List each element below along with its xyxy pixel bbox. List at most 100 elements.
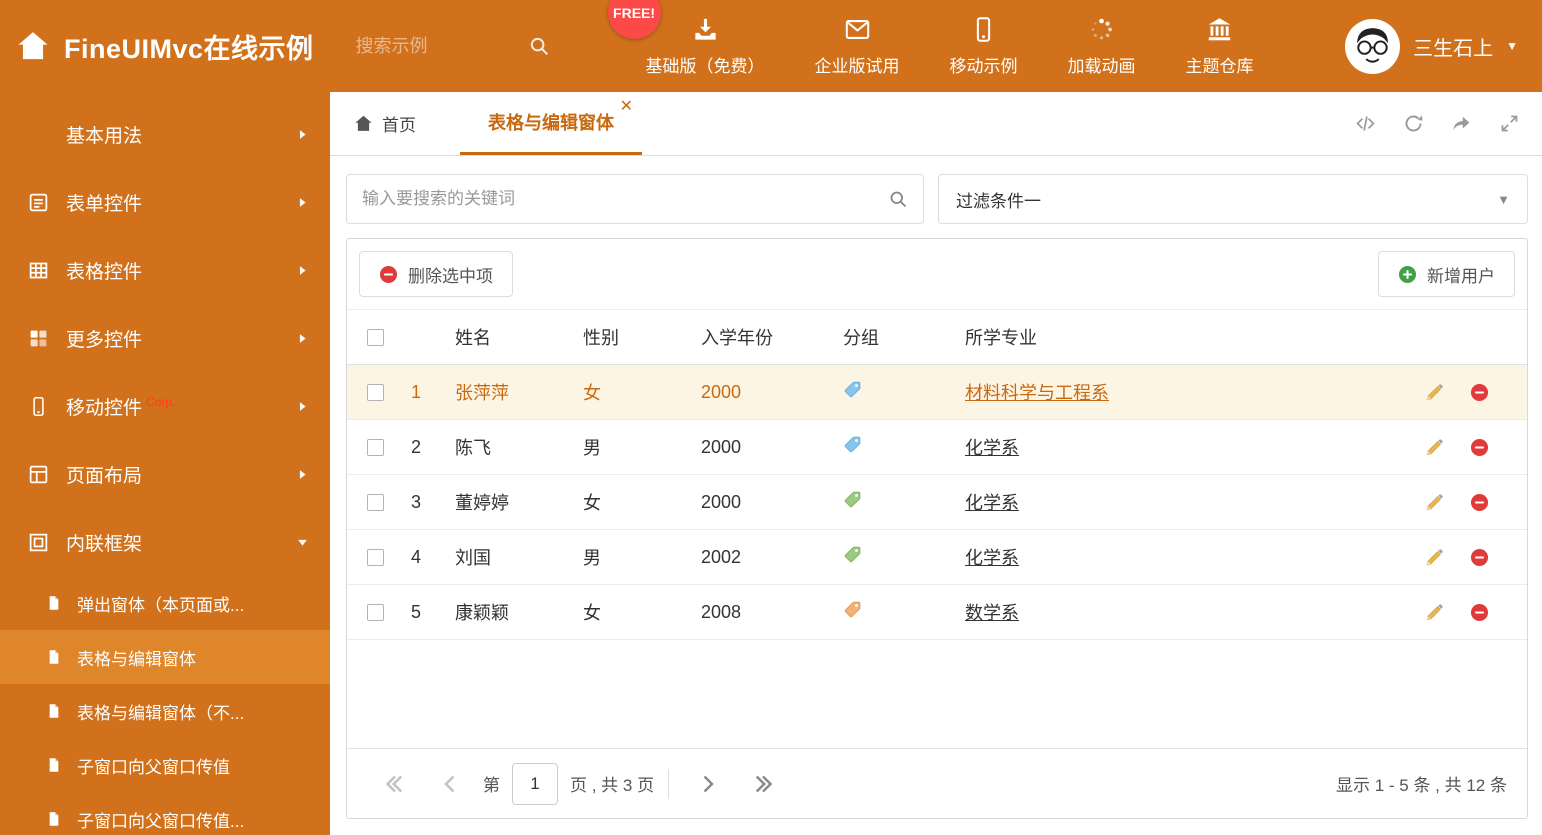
sidebar-subitem-label: 子窗口向父窗口传值 bbox=[77, 757, 230, 777]
file-icon bbox=[46, 757, 62, 773]
sidebar-item-page-layout[interactable]: 页面布局 bbox=[0, 440, 330, 508]
chevron-right-icon bbox=[297, 265, 308, 276]
mobile-icon bbox=[970, 16, 997, 43]
table-icon bbox=[28, 260, 49, 281]
search-icon[interactable] bbox=[528, 35, 550, 57]
row-check-cell bbox=[347, 548, 403, 566]
sidebar-subitem-popup-window[interactable]: 弹出窗体（本页面或... bbox=[0, 576, 330, 630]
content: 过滤条件一 ▼ 删除选中项 新增用户 bbox=[330, 156, 1542, 835]
sidebar-item-table-controls[interactable]: 表格控件 bbox=[0, 236, 330, 304]
row-checkbox[interactable] bbox=[366, 548, 384, 566]
search-icon[interactable] bbox=[888, 189, 908, 209]
table-row[interactable]: 1 张萍萍 女 2000 材料科学与工程系 bbox=[347, 365, 1527, 420]
header-nav-label: 企业版试用 bbox=[814, 57, 900, 76]
free-badge: FREE! bbox=[607, 0, 661, 39]
sidebar-subitem-child-to-parent[interactable]: 子窗口向父窗口传值 bbox=[0, 738, 330, 792]
table-row[interactable]: 2 陈飞 男 2000 化学系 bbox=[347, 420, 1527, 475]
refresh-icon[interactable] bbox=[1403, 113, 1424, 134]
source-code-icon[interactable] bbox=[1355, 113, 1376, 134]
header-nav: FREE! 基础版（免费） 企业版试用 移动示例 加载动画 主题仓库 bbox=[607, 0, 1254, 92]
edit-icon[interactable] bbox=[1425, 383, 1444, 402]
major-link[interactable]: 化学系 bbox=[965, 548, 1019, 568]
open-in-new-icon[interactable] bbox=[1451, 113, 1472, 134]
major-link[interactable]: 材料科学与工程系 bbox=[965, 383, 1109, 403]
next-page-icon[interactable] bbox=[697, 774, 717, 794]
spinner-icon bbox=[1088, 16, 1115, 43]
header-nav-enterprise[interactable]: 企业版试用 bbox=[815, 0, 900, 77]
tab-home[interactable]: 首页 bbox=[348, 92, 422, 155]
edit-icon[interactable] bbox=[1425, 548, 1444, 567]
chevron-right-icon bbox=[297, 469, 308, 480]
edit-icon[interactable] bbox=[1425, 438, 1444, 457]
file-icon bbox=[46, 703, 62, 719]
body-wrap: 基本用法 表单控件 表格控件 更多控件 移动控件 Corp. 页面布局内联框架弹出窗体（本页… bbox=[0, 92, 1542, 835]
sidebar-item-mobile-controls[interactable]: 移动控件 Corp. bbox=[0, 372, 330, 440]
delete-icon[interactable] bbox=[1470, 383, 1489, 402]
group-cell bbox=[835, 380, 957, 404]
tab-active-label: 表格与编辑窗体 bbox=[488, 113, 614, 133]
header-nav-basic-free[interactable]: FREE! 基础版（免费） bbox=[607, 0, 765, 77]
sidebar-subitem-grid-edit-window[interactable]: 表格与编辑窗体 bbox=[0, 630, 330, 684]
table-row[interactable]: 5 康颖颖 女 2008 数学系 bbox=[347, 585, 1527, 640]
delete-selected-label: 删除选中项 bbox=[408, 266, 493, 286]
select-all-checkbox[interactable] bbox=[366, 328, 384, 346]
chevron-right-icon bbox=[297, 129, 308, 140]
edit-icon[interactable] bbox=[1425, 603, 1444, 622]
row-checkbox[interactable] bbox=[366, 438, 384, 456]
header-search-input[interactable] bbox=[355, 35, 528, 57]
delete-selected-button[interactable]: 删除选中项 bbox=[359, 251, 513, 297]
major-link[interactable]: 化学系 bbox=[965, 438, 1019, 458]
enroll-year: 2008 bbox=[701, 601, 742, 622]
delete-icon[interactable] bbox=[1470, 603, 1489, 622]
caret-down-icon: ▼ bbox=[1497, 191, 1510, 207]
sidebar-subitem-child-to-parent-2[interactable]: 子窗口向父窗口传值... bbox=[0, 792, 330, 835]
row-checkbox[interactable] bbox=[366, 383, 384, 401]
keyword-search bbox=[346, 174, 924, 224]
group-cell bbox=[835, 600, 957, 624]
row-checkbox[interactable] bbox=[366, 493, 384, 511]
sidebar-item-label: 内联框架 bbox=[66, 533, 143, 555]
sidebar-item-inline-frame[interactable]: 内联框架 bbox=[0, 508, 330, 576]
brand[interactable]: FineUIMvc在线示例 bbox=[16, 27, 314, 66]
column-header-name[interactable]: 姓名 bbox=[447, 324, 575, 350]
row-checkbox[interactable] bbox=[366, 603, 384, 621]
last-page-icon[interactable] bbox=[753, 774, 773, 794]
close-icon[interactable]: ✕ bbox=[620, 99, 633, 115]
delete-icon[interactable] bbox=[1470, 493, 1489, 512]
header-nav-loading[interactable]: 加载动画 bbox=[1068, 0, 1136, 77]
pagination-bar: 第 页 , 共 3 页 显示 1 - 5 条 , 共 12 条 bbox=[347, 748, 1527, 818]
delete-icon[interactable] bbox=[1470, 438, 1489, 457]
sidebar-subitem-grid-edit-window-2[interactable]: 表格与编辑窗体（不... bbox=[0, 684, 330, 738]
sidebar-item-more-controls[interactable]: 更多控件 bbox=[0, 304, 330, 372]
delete-icon[interactable] bbox=[1470, 548, 1489, 567]
sidebar-item-basic-usage[interactable]: 基本用法 bbox=[0, 100, 330, 168]
tab-grid-edit-window[interactable]: 表格与编辑窗体 ✕ bbox=[460, 92, 642, 155]
student-gender: 男 bbox=[583, 548, 601, 568]
sidebar-subitem-label: 弹出窗体（本页面或... bbox=[77, 595, 245, 615]
major-link[interactable]: 数学系 bbox=[965, 603, 1019, 623]
column-header-year[interactable]: 入学年份 bbox=[693, 324, 835, 350]
row-actions bbox=[1415, 383, 1527, 402]
filter-dropdown[interactable]: 过滤条件一 ▼ bbox=[938, 174, 1528, 224]
add-user-button[interactable]: 新增用户 bbox=[1378, 251, 1515, 297]
header-nav-mobile-demo[interactable]: 移动示例 bbox=[950, 0, 1018, 77]
table-row[interactable]: 4 刘国 男 2002 化学系 bbox=[347, 530, 1527, 585]
user-menu[interactable]: 三生石上 ▼ bbox=[1345, 18, 1518, 74]
fullscreen-icon[interactable] bbox=[1499, 113, 1520, 134]
sidebar-subitem-label: 表格与编辑窗体（不... bbox=[77, 703, 245, 723]
table-row[interactable]: 3 董婷婷 女 2000 化学系 bbox=[347, 475, 1527, 530]
header-nav-theme-store[interactable]: 主题仓库 bbox=[1186, 0, 1254, 77]
student-name: 陈飞 bbox=[455, 438, 491, 458]
keyword-search-input[interactable] bbox=[362, 189, 888, 209]
first-page-icon[interactable] bbox=[385, 774, 405, 794]
page-number-input[interactable] bbox=[512, 762, 558, 805]
column-header-group[interactable]: 分组 bbox=[835, 324, 957, 350]
column-header-major[interactable]: 所学专业 bbox=[957, 324, 1415, 350]
major-link[interactable]: 化学系 bbox=[965, 493, 1019, 513]
edit-icon[interactable] bbox=[1425, 493, 1444, 512]
column-header-gender[interactable]: 性别 bbox=[575, 324, 693, 350]
bank-icon bbox=[1206, 16, 1233, 43]
tag-icon bbox=[843, 380, 862, 399]
prev-page-icon[interactable] bbox=[441, 774, 461, 794]
sidebar-item-form-controls[interactable]: 表单控件 bbox=[0, 168, 330, 236]
